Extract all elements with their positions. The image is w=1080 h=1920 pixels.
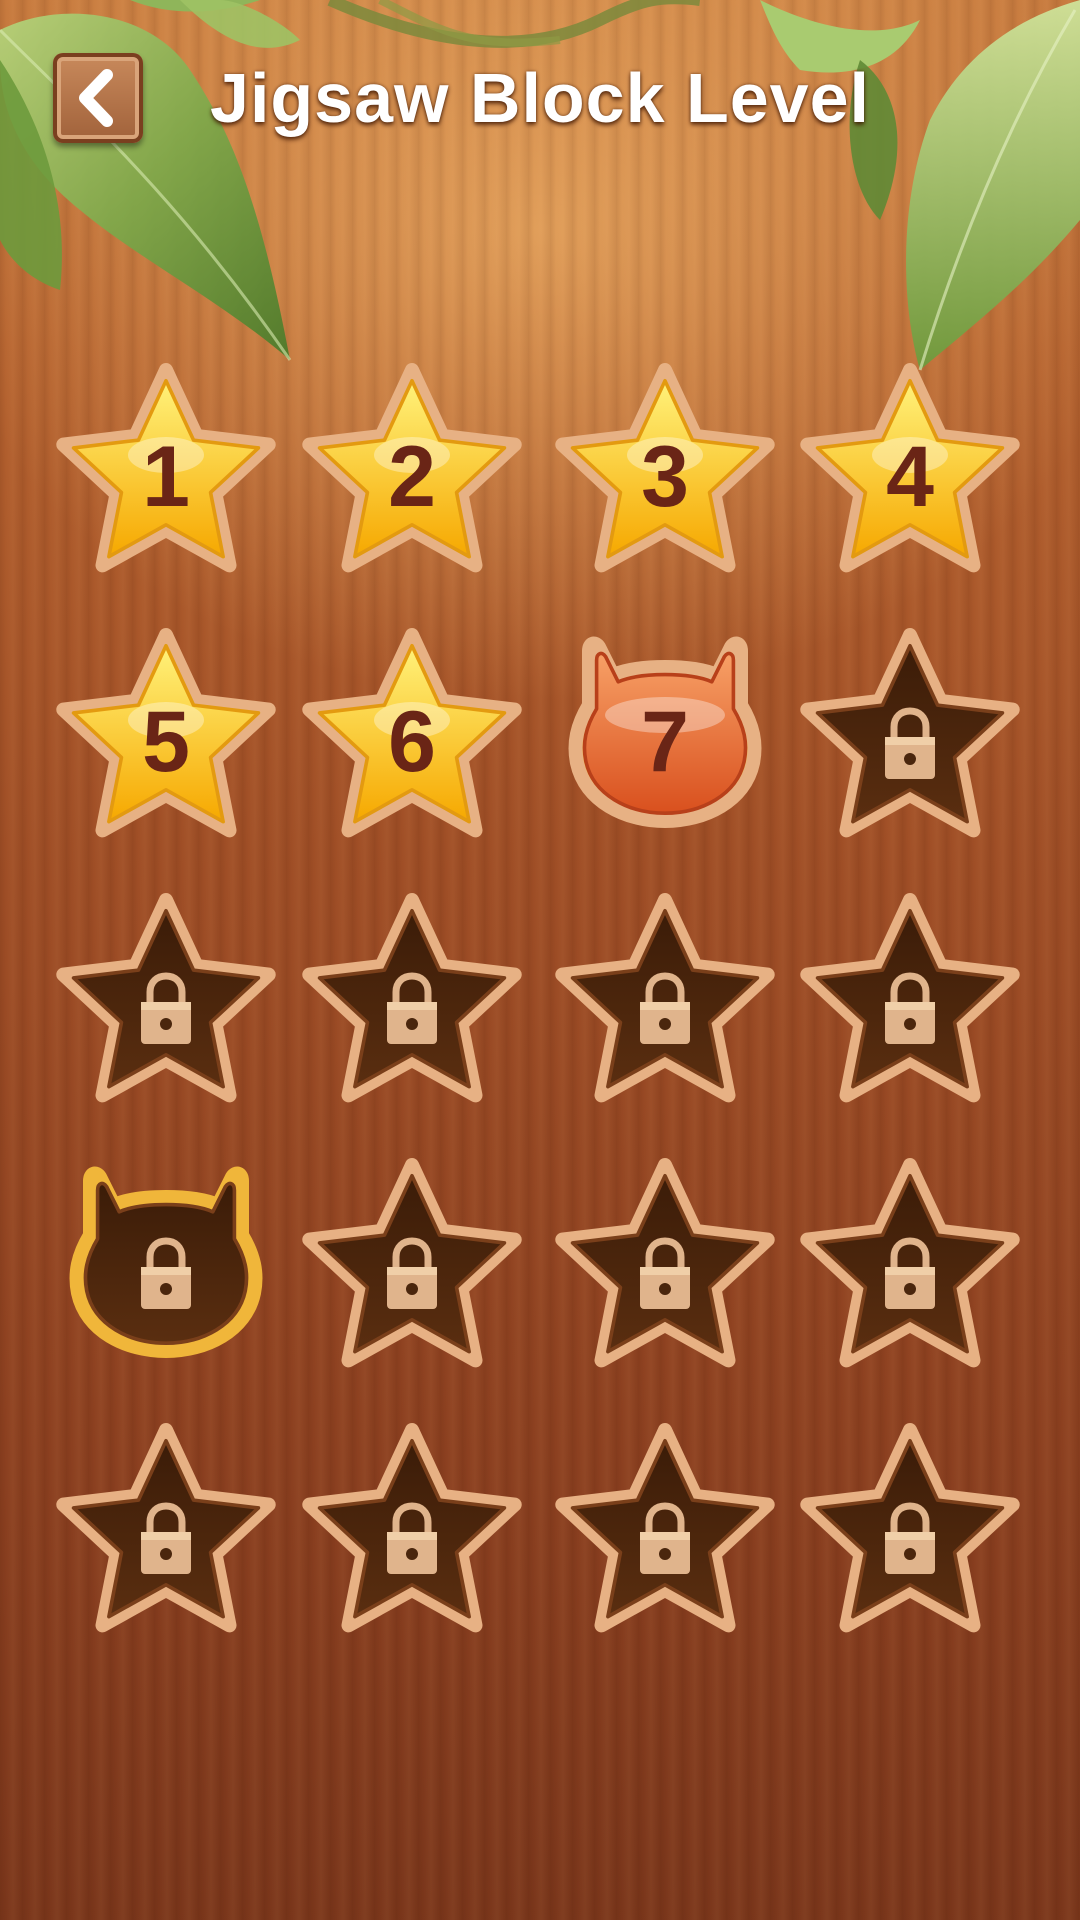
level-number: 5 (142, 693, 190, 790)
level-number: 6 (388, 693, 436, 790)
level-grid: 1 2 3 4 5 6 7 (0, 0, 1080, 1920)
lock-icon (885, 707, 935, 779)
level-button-9[interactable] (56, 890, 276, 1110)
level-button-5[interactable]: 5 (56, 625, 276, 845)
level-button-18[interactable] (302, 1420, 522, 1640)
level-button-7[interactable]: 7 (555, 625, 775, 845)
level-button-8[interactable] (800, 625, 1020, 845)
lock-icon (387, 972, 437, 1044)
lock-icon (141, 972, 191, 1044)
level-button-14[interactable] (302, 1155, 522, 1375)
level-button-16[interactable] (800, 1155, 1020, 1375)
level-number: 3 (641, 428, 689, 525)
level-button-12[interactable] (800, 890, 1020, 1110)
level-button-1[interactable]: 1 (56, 360, 276, 580)
level-button-17[interactable] (56, 1420, 276, 1640)
lock-icon (387, 1237, 437, 1309)
level-button-3[interactable]: 3 (555, 360, 775, 580)
lock-icon (640, 972, 690, 1044)
lock-icon (387, 1502, 437, 1574)
level-button-2[interactable]: 2 (302, 360, 522, 580)
level-button-11[interactable] (555, 890, 775, 1110)
lock-icon (640, 1502, 690, 1574)
lock-icon (640, 1237, 690, 1309)
level-number: 4 (886, 428, 934, 525)
level-button-15[interactable] (555, 1155, 775, 1375)
level-button-4[interactable]: 4 (800, 360, 1020, 580)
lock-icon (141, 1502, 191, 1574)
level-button-10[interactable] (302, 890, 522, 1110)
level-button-20[interactable] (800, 1420, 1020, 1640)
lock-icon (885, 972, 935, 1044)
level-number: 7 (641, 693, 689, 790)
level-button-19[interactable] (555, 1420, 775, 1640)
lock-icon (885, 1237, 935, 1309)
level-number: 1 (142, 428, 190, 525)
level-number: 2 (388, 428, 436, 525)
level-button-13[interactable] (56, 1155, 276, 1375)
level-button-6[interactable]: 6 (302, 625, 522, 845)
lock-icon (885, 1502, 935, 1574)
lock-icon (141, 1237, 191, 1309)
